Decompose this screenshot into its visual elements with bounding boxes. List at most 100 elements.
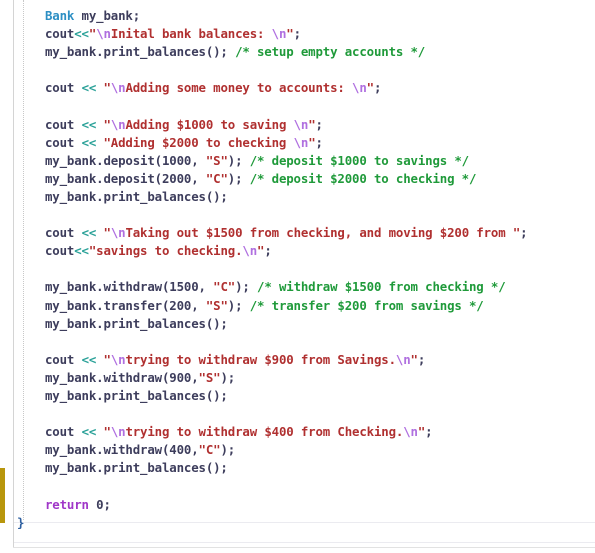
token-op: << xyxy=(81,424,97,440)
token-plain: ; xyxy=(315,134,323,150)
token-plain: ; xyxy=(293,26,301,42)
token-op: << xyxy=(74,26,89,42)
code-line[interactable]: cout << "\nAdding some money to accounts… xyxy=(0,79,527,97)
token-plain: cout xyxy=(45,424,82,440)
token-com: /* deposit $1000 to savings */ xyxy=(249,152,469,168)
code-line[interactable] xyxy=(0,477,527,495)
token-str: "C" xyxy=(213,279,236,295)
token-plain: my_bank.deposit(2000, xyxy=(45,170,206,186)
code-line[interactable]: my_bank.withdraw(1500, "C"); /* withdraw… xyxy=(0,278,527,296)
token-plain: cout xyxy=(45,351,82,367)
token-op: << xyxy=(81,134,97,150)
token-op: << xyxy=(81,80,97,96)
code-line[interactable]: cout<<"\nInital bank balances: \n"; xyxy=(0,25,527,43)
token-plain: my_bank.withdraw(1500, xyxy=(45,279,214,295)
token-plain: ; xyxy=(264,243,272,259)
code-line[interactable]: Bank my_bank; xyxy=(0,7,527,25)
token-plain: cout xyxy=(45,225,82,241)
token-op: << xyxy=(81,225,97,241)
code-line[interactable] xyxy=(0,260,527,278)
code-line[interactable]: my_bank.print_balances(); /* setup empty… xyxy=(0,43,527,61)
token-plain: cout xyxy=(45,134,82,150)
token-str: "S" xyxy=(205,152,228,168)
token-plain: ); xyxy=(220,369,236,385)
token-str: "Adding $2000 to checking xyxy=(103,134,294,150)
code-body[interactable]: Bank my_bank; cout<<"\nInital bank balanc… xyxy=(0,7,528,532)
token-esc: \n xyxy=(271,26,287,42)
code-editor[interactable]: Bank my_bank; cout<<"\nInital bank balanc… xyxy=(0,0,595,553)
token-str: " xyxy=(103,80,111,96)
token-plain: my_bank.print_balances(); xyxy=(45,44,236,60)
token-plain: ; xyxy=(520,225,528,241)
code-line[interactable]: cout << "Adding $2000 to checking \n"; xyxy=(0,134,527,152)
code-line[interactable]: cout << "\ntrying to withdraw $400 from … xyxy=(0,423,527,441)
token-str: " xyxy=(103,116,111,132)
token-esc: \n xyxy=(110,116,126,132)
code-line[interactable]: my_bank.deposit(1000, "S"); /* deposit $… xyxy=(0,152,527,170)
token-str: Adding $1000 to saving xyxy=(125,116,294,132)
token-esc: \n xyxy=(293,134,309,150)
code-line[interactable]: cout << "\ntrying to withdraw $900 from … xyxy=(0,351,527,369)
token-plain: my_bank.withdraw(900, xyxy=(45,369,199,385)
token-plain: my_bank.print_balances(); xyxy=(45,460,228,476)
token-plain: cout xyxy=(45,80,82,96)
token-plain: ; xyxy=(373,80,382,96)
token-plain: cout xyxy=(45,116,82,132)
token-esc: \n xyxy=(395,351,411,367)
token-str: trying to withdraw $400 from Checking. xyxy=(125,424,404,440)
token-op: << xyxy=(74,243,89,259)
token-str: trying to withdraw $900 from Savings. xyxy=(125,351,396,367)
code-line[interactable]: my_bank.withdraw(400,"C"); xyxy=(0,441,527,459)
code-line[interactable]: cout << "\nAdding $1000 to saving \n"; xyxy=(0,116,527,134)
code-line[interactable]: my_bank.print_balances(); xyxy=(0,387,527,405)
token-str: "C" xyxy=(198,442,221,458)
code-line[interactable] xyxy=(0,206,527,224)
token-plain: my_bank.withdraw(400, xyxy=(45,442,199,458)
token-str: " xyxy=(366,80,374,96)
code-line[interactable]: } xyxy=(0,514,527,532)
code-line[interactable] xyxy=(0,333,527,351)
token-esc: \n xyxy=(403,424,418,440)
code-line[interactable] xyxy=(0,97,527,115)
code-line[interactable] xyxy=(0,405,527,423)
token-esc: \n xyxy=(110,351,126,367)
code-line[interactable]: my_bank.withdraw(900,"S"); xyxy=(0,369,527,387)
token-str: Adding some money to accounts: xyxy=(125,80,353,96)
token-esc: \n xyxy=(110,424,126,440)
code-line[interactable]: my_bank.print_balances(); xyxy=(0,459,527,477)
token-plain: my_bank.print_balances(); xyxy=(45,188,228,204)
token-com: /* deposit $2000 to checking */ xyxy=(249,170,477,186)
token-type: Bank xyxy=(45,8,75,23)
token-plain: ); xyxy=(235,279,258,295)
code-line[interactable] xyxy=(0,61,527,79)
token-plain: ; xyxy=(315,116,323,132)
token-plain: ); xyxy=(227,152,250,168)
token-str: " xyxy=(308,116,316,132)
token-plain: my_bank.print_balances(); xyxy=(45,315,228,331)
code-line[interactable]: cout<<"savings to checking.\n"; xyxy=(0,242,527,260)
token-com: /* setup empty accounts */ xyxy=(235,44,426,60)
code-line[interactable]: return 0; xyxy=(0,496,527,514)
code-line[interactable]: my_bank.transfer(200, "S"); /* transfer … xyxy=(0,297,527,315)
token-plain: cout xyxy=(45,243,75,259)
code-line[interactable]: cout << "\nTaking out $1500 from checkin… xyxy=(0,224,528,242)
token-plain: ); xyxy=(227,170,250,186)
code-line[interactable]: my_bank.deposit(2000, "C"); /* deposit $… xyxy=(0,170,527,188)
token-str: " xyxy=(103,424,111,440)
token-str: " xyxy=(103,225,111,241)
code-line[interactable]: my_bank.print_balances(); xyxy=(0,315,527,333)
token-op: << xyxy=(81,116,97,132)
token-str: Taking out $1500 from checking, and movi… xyxy=(125,225,521,241)
token-plain: my_bank.deposit(1000, xyxy=(45,152,206,168)
token-plain: ); xyxy=(220,442,236,458)
token-str: " xyxy=(308,134,316,150)
token-plain: my_bank.print_balances(); xyxy=(45,387,228,403)
token-esc: \n xyxy=(293,116,309,132)
token-esc: \n xyxy=(96,26,111,42)
code-line[interactable]: my_bank.print_balances(); xyxy=(0,188,527,206)
